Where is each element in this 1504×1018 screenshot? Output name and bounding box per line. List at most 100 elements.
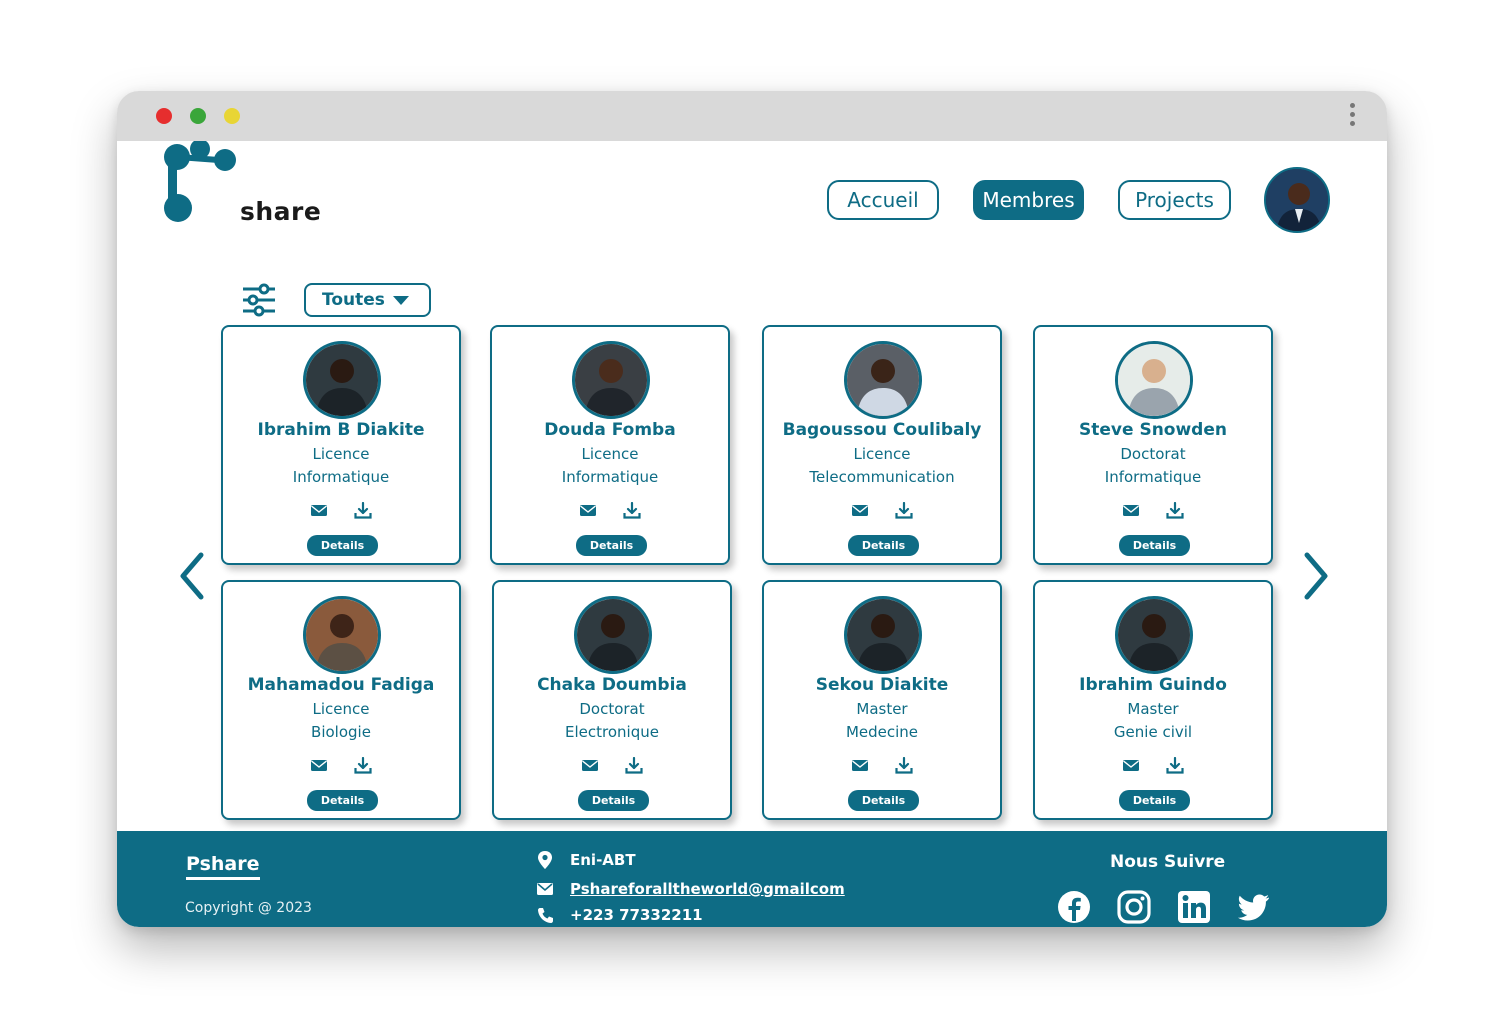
member-field: Informatique [561,468,659,486]
mail-icon[interactable] [851,502,869,519]
details-button[interactable]: Details [1119,790,1190,811]
member-card[interactable]: Chaka Doumbia Doctorat Electronique Deta… [492,580,732,820]
member-field: Telecommunication [809,468,955,486]
download-icon[interactable] [625,757,643,774]
member-name: Mahamadou Fadiga [247,675,435,695]
details-button[interactable]: Details [848,790,919,811]
chevron-down-icon [392,295,409,305]
member-name: Ibrahim B Diakite [257,420,425,440]
members-grid: Ibrahim B Diakite Licence Informatique D… [221,325,1276,821]
member-photo [844,341,922,419]
facebook-icon[interactable] [1057,890,1091,924]
nav-projects-button[interactable]: Projects [1118,180,1231,220]
member-field: Biologie [311,723,371,741]
download-icon[interactable] [895,757,913,774]
download-icon[interactable] [1166,502,1184,519]
member-level: Master [856,700,908,718]
mail-icon[interactable] [1122,757,1140,774]
details-button[interactable]: Details [576,535,647,556]
member-field: Informatique [292,468,390,486]
details-button[interactable]: Details [1119,535,1190,556]
footer-brand[interactable]: Pshare [186,853,260,880]
member-photo [844,596,922,674]
follow-us-title: Nous Suivre [1110,852,1226,872]
site-footer: Pshare Copyright @ 2023 Eni-ABT Psharefo… [117,831,1387,927]
mail-icon[interactable] [310,757,328,774]
member-actions [494,757,730,774]
member-card[interactable]: Mahamadou Fadiga Licence Biologie Detail… [221,580,461,820]
member-name: Sekou Diakite [815,675,949,695]
member-name: Douda Fomba [544,420,676,440]
phone-icon [538,908,553,923]
member-photo [303,341,381,419]
member-level: Licence [312,700,370,718]
member-name: Ibrahim Guindo [1079,675,1227,695]
more-options-icon[interactable] [1347,103,1357,129]
mail-icon [537,883,553,895]
member-card[interactable]: Sekou Diakite Master Medecine Details [762,580,1002,820]
details-button[interactable]: Details [307,535,378,556]
footer-email[interactable]: Pshareforalltheworld@gmailcom [537,880,845,898]
maximize-window-dot[interactable] [190,108,206,124]
browser-window: share Accueil Membres Projects Toutes Ib… [117,91,1387,927]
logo-text: share [240,197,322,226]
close-window-dot[interactable] [156,108,172,124]
member-actions [764,502,1000,519]
window-titlebar [117,91,1387,141]
member-level: Licence [853,445,911,463]
member-card[interactable]: Steve Snowden Doctorat Informatique Deta… [1033,325,1273,565]
member-field: Medecine [845,723,919,741]
member-field: Genie civil [1113,723,1193,741]
member-photo [303,596,381,674]
minimize-window-dot[interactable] [224,108,240,124]
member-field: Electronique [565,723,659,741]
member-actions [223,502,459,519]
member-card[interactable]: Bagoussou Coulibaly Licence Telecommunic… [762,325,1002,565]
download-icon[interactable] [1166,757,1184,774]
previous-page-arrow[interactable] [177,551,207,601]
footer-copyright: Copyright @ 2023 [185,900,312,916]
download-icon[interactable] [354,502,372,519]
details-button[interactable]: Details [848,535,919,556]
member-level: Doctorat [1120,445,1186,463]
member-actions [764,757,1000,774]
footer-email-link[interactable]: Pshareforalltheworld@gmailcom [570,880,845,898]
filter-sliders-icon[interactable] [241,283,277,317]
mail-icon[interactable] [851,757,869,774]
details-button[interactable]: Details [578,790,649,811]
page-content: share Accueil Membres Projects Toutes Ib… [117,139,1387,927]
member-name: Steve Snowden [1079,420,1227,440]
download-icon[interactable] [354,757,372,774]
member-actions [223,757,459,774]
mail-icon[interactable] [1122,502,1140,519]
member-card[interactable]: Ibrahim Guindo Master Genie civil Detail… [1033,580,1273,820]
member-card[interactable]: Ibrahim B Diakite Licence Informatique D… [221,325,461,565]
nav-accueil-button[interactable]: Accueil [827,180,939,220]
instagram-icon[interactable] [1117,890,1151,924]
social-links [1057,890,1271,924]
mail-icon[interactable] [310,502,328,519]
download-icon[interactable] [895,502,913,519]
member-photo [1115,596,1193,674]
member-level: Doctorat [579,700,645,718]
member-card[interactable]: Douda Fomba Licence Informatique Details [490,325,730,565]
member-name: Chaka Doumbia [537,675,687,695]
member-photo [572,341,650,419]
location-pin-icon [538,851,552,869]
member-level: Licence [312,445,370,463]
next-page-arrow[interactable] [1301,551,1331,601]
linkedin-icon[interactable] [1177,890,1211,924]
member-actions [1035,757,1271,774]
mail-icon[interactable] [581,757,599,774]
member-actions [1035,502,1271,519]
footer-address-text: Eni-ABT [570,851,636,869]
footer-phone: +223 77332211 [537,906,703,924]
twitter-icon[interactable] [1237,890,1271,924]
mail-icon[interactable] [579,502,597,519]
nav-membres-button[interactable]: Membres [973,180,1084,220]
download-icon[interactable] [623,502,641,519]
category-filter-dropdown[interactable]: Toutes [304,283,431,317]
details-button[interactable]: Details [307,790,378,811]
user-avatar[interactable] [1264,167,1330,233]
pshare-logo[interactable]: share [162,139,321,231]
